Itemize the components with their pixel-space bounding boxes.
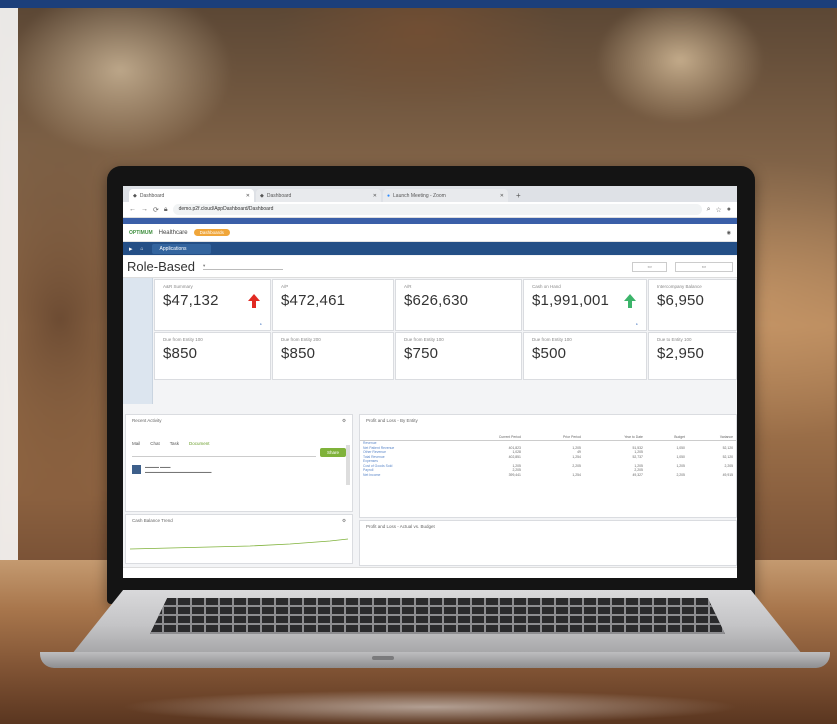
star-icon[interactable]: ☆: [715, 206, 721, 214]
lock-icon: 🔒︎: [163, 205, 168, 213]
kpi-tile[interactable]: Intercompany Balance $6,950: [648, 279, 737, 331]
close-icon[interactable]: ✕: [500, 193, 504, 199]
laptop-screen: ◆ Dashboard ✕ ◆ Dashboard ✕ ● Launch Mee…: [123, 186, 737, 578]
panel-settings-icon[interactable]: ⚙: [342, 418, 346, 424]
table-row[interactable]: Net Income 399,441 1,254 49,327 2,205 49,915: [360, 473, 736, 478]
kpi-tile[interactable]: Cash on Hand $1,991,001 ▸: [523, 279, 647, 331]
radio-task[interactable]: Task: [170, 441, 179, 446]
profile-icon[interactable]: ●: [727, 206, 731, 213]
app-name: Healthcare: [158, 229, 188, 236]
radio-chat[interactable]: Chat: [150, 441, 160, 446]
panel-title: Profit and Loss - By Entity: [366, 418, 418, 423]
top-banner: [0, 0, 837, 8]
share-button[interactable]: Share: [319, 448, 346, 457]
trend-sparkline: [129, 538, 349, 550]
tab-icon: ◆: [133, 192, 137, 199]
reload-icon[interactable]: ⟳: [153, 206, 159, 214]
dashboards-pill[interactable]: Dashboards: [193, 229, 230, 236]
dashboard-title-row: Role-Based ▾ ▭ ▭: [123, 256, 737, 278]
kpi-tile[interactable]: Due from Entity 100 $850: [154, 332, 271, 380]
kpi-tile[interactable]: Due from Entity 100 $750: [395, 332, 522, 380]
browser-tab-strip: ◆ Dashboard ✕ ◆ Dashboard ✕ ● Launch Mee…: [123, 186, 737, 202]
radio-document[interactable]: Document: [189, 441, 210, 446]
browser-tab-2[interactable]: ◆ Dashboard ✕: [256, 189, 381, 202]
report-table: Current Period Prior Period Year to Date…: [360, 434, 736, 477]
up-arrow-green-icon: [624, 294, 636, 308]
menu-icon[interactable]: ▸: [129, 245, 133, 253]
url-field[interactable]: demo.p2f.cloud/AppDashboard/Dashboard: [172, 204, 702, 215]
activity-input[interactable]: [132, 449, 316, 457]
panel-title: Cash Balance Trend: [132, 518, 173, 523]
radio-mail[interactable]: Mail: [132, 441, 140, 446]
address-bar-row: ← → ⟳ 🔒︎ demo.p2f.cloud/AppDashboard/Das…: [123, 202, 737, 218]
tab-applications[interactable]: Applications: [151, 243, 211, 254]
layout-select[interactable]: ▾: [202, 263, 283, 270]
user-menu-icon[interactable]: ◉: [727, 230, 731, 236]
kpi-tile[interactable]: A&R Summary $47,132 ▸: [154, 279, 271, 331]
panel-title: Recent Activity: [132, 418, 162, 423]
browser-tab-3[interactable]: ● Launch Meeting - Zoom ✕: [383, 189, 508, 202]
zoom-icon: ●: [387, 192, 391, 199]
forward-arrow-icon[interactable]: →: [141, 206, 148, 213]
home-icon[interactable]: ⌂: [141, 246, 144, 252]
app-logo[interactable]: OPTIMUM: [129, 230, 153, 236]
nav-bar: ▸ ⌂ Applications: [123, 242, 737, 255]
tab-icon: ◆: [260, 192, 264, 199]
avatar: [132, 465, 141, 474]
up-arrow-red-icon: [248, 294, 260, 308]
close-icon[interactable]: ✕: [373, 193, 377, 199]
panel-settings-icon[interactable]: ⚙: [342, 518, 346, 524]
kpi-tile[interactable]: A/P $472,461: [272, 279, 394, 331]
date-from-field[interactable]: ▭: [632, 261, 667, 272]
page-title: Role-Based: [127, 259, 195, 274]
close-icon[interactable]: ✕: [246, 193, 250, 199]
details-link[interactable]: ▸: [636, 322, 638, 326]
kpi-tile[interactable]: A/R $626,630: [395, 279, 522, 331]
report-panel: Profit and Loss - By Entity Current Peri…: [359, 414, 737, 518]
back-arrow-icon[interactable]: ←: [129, 206, 136, 213]
app-header: OPTIMUM Healthcare Dashboards ◉: [123, 224, 737, 242]
browser-tab-1[interactable]: ◆ Dashboard ✕: [129, 189, 254, 202]
date-to-field[interactable]: ▭: [674, 261, 733, 272]
report-panel-2: Profit and Loss - Actual vs. Budget: [359, 520, 737, 566]
kpi-tile[interactable]: Due from Entity 200 $850: [272, 332, 394, 380]
kpi-tile[interactable]: Due to Entity 100 $2,950: [648, 332, 737, 380]
status-bar: [123, 567, 737, 578]
activity-panel: Recent Activity ⚙ Mail Chat Task Documen…: [125, 414, 353, 512]
scrollbar[interactable]: [346, 445, 350, 485]
details-link[interactable]: ▸: [260, 322, 262, 326]
trend-panel: Cash Balance Trend ⚙: [125, 514, 353, 564]
panel-title: Profit and Loss - Actual vs. Budget: [366, 524, 435, 529]
new-tab-icon[interactable]: +: [516, 189, 521, 202]
search-icon[interactable]: ⌕: [707, 206, 711, 214]
side-panel: [123, 278, 153, 404]
list-item[interactable]: ▬▬▬▬ ▬▬▬ ▬▬▬▬▬▬▬▬▬▬▬▬▬▬▬▬▬▬▬: [126, 459, 352, 481]
kpi-tile[interactable]: Due from Entity 100 $500: [523, 332, 647, 380]
laptop-base: [40, 652, 830, 668]
